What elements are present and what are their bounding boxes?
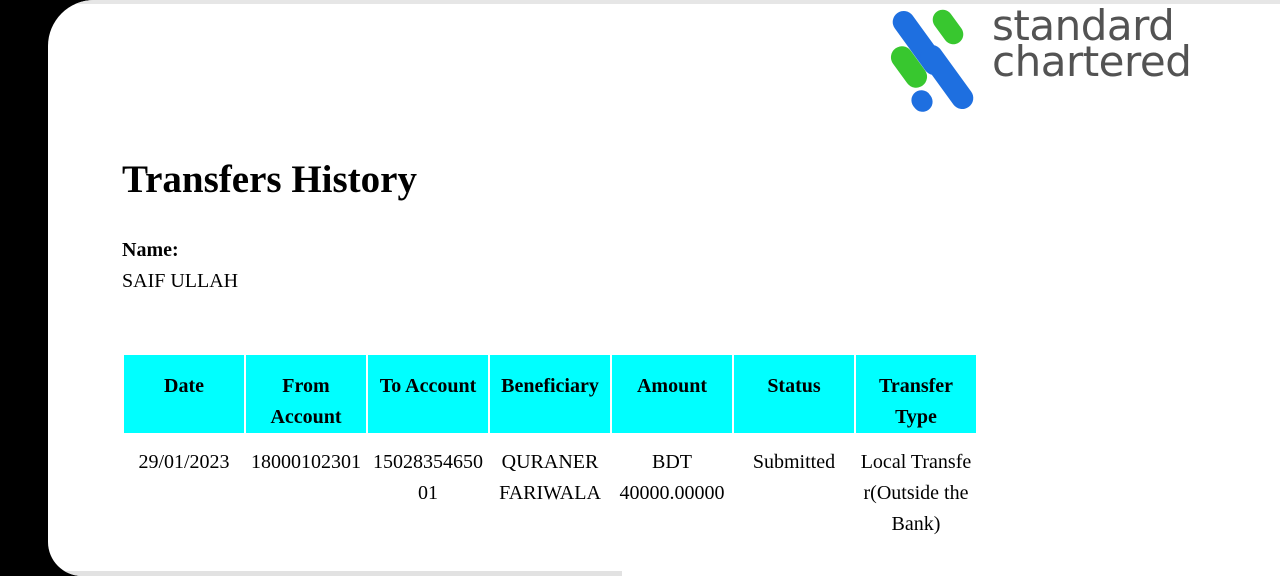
document-page: standard chartered Transfers History Nam… bbox=[48, 0, 1280, 576]
cell-date: 29/01/2023 bbox=[138, 451, 230, 473]
page-bottom-shadow bbox=[48, 571, 622, 576]
logo-text-line2: chartered bbox=[992, 37, 1192, 86]
column-header-to-account: To Account bbox=[368, 355, 488, 433]
standard-chartered-logo: standard chartered bbox=[882, 0, 1212, 120]
name-value: SAIF ULLAH bbox=[122, 270, 239, 292]
cell-amount: BDT 40000.00000 bbox=[619, 451, 725, 504]
table-row: 29/01/2023 18000102301 1502835465001 QUR… bbox=[124, 433, 976, 540]
column-header-transfer-type: Transfer Type bbox=[856, 355, 976, 433]
cell-to-account: 1502835465001 bbox=[373, 451, 483, 504]
cell-transfer-type: Local Transfer(Outside the Bank) bbox=[860, 451, 972, 535]
cell-from-account: 18000102301 bbox=[251, 451, 361, 473]
name-label: Name: bbox=[122, 239, 179, 261]
cell-beneficiary: QURANER FARIWALA bbox=[499, 451, 601, 504]
column-header-date: Date bbox=[124, 355, 244, 433]
cell-status: Submitted bbox=[752, 451, 836, 473]
column-header-amount: Amount bbox=[612, 355, 732, 433]
logo-wordmark: standard chartered bbox=[992, 5, 1192, 86]
column-header-status: Status bbox=[734, 355, 854, 433]
transfers-table: Date From Account To Account Beneficiary… bbox=[122, 355, 978, 540]
page-title: Transfers History bbox=[122, 158, 417, 201]
column-header-beneficiary: Beneficiary bbox=[490, 355, 610, 433]
table-header-row: Date From Account To Account Beneficiary… bbox=[124, 355, 976, 433]
column-header-from-account: From Account bbox=[246, 355, 366, 433]
logo-mark-icon bbox=[890, 9, 974, 112]
